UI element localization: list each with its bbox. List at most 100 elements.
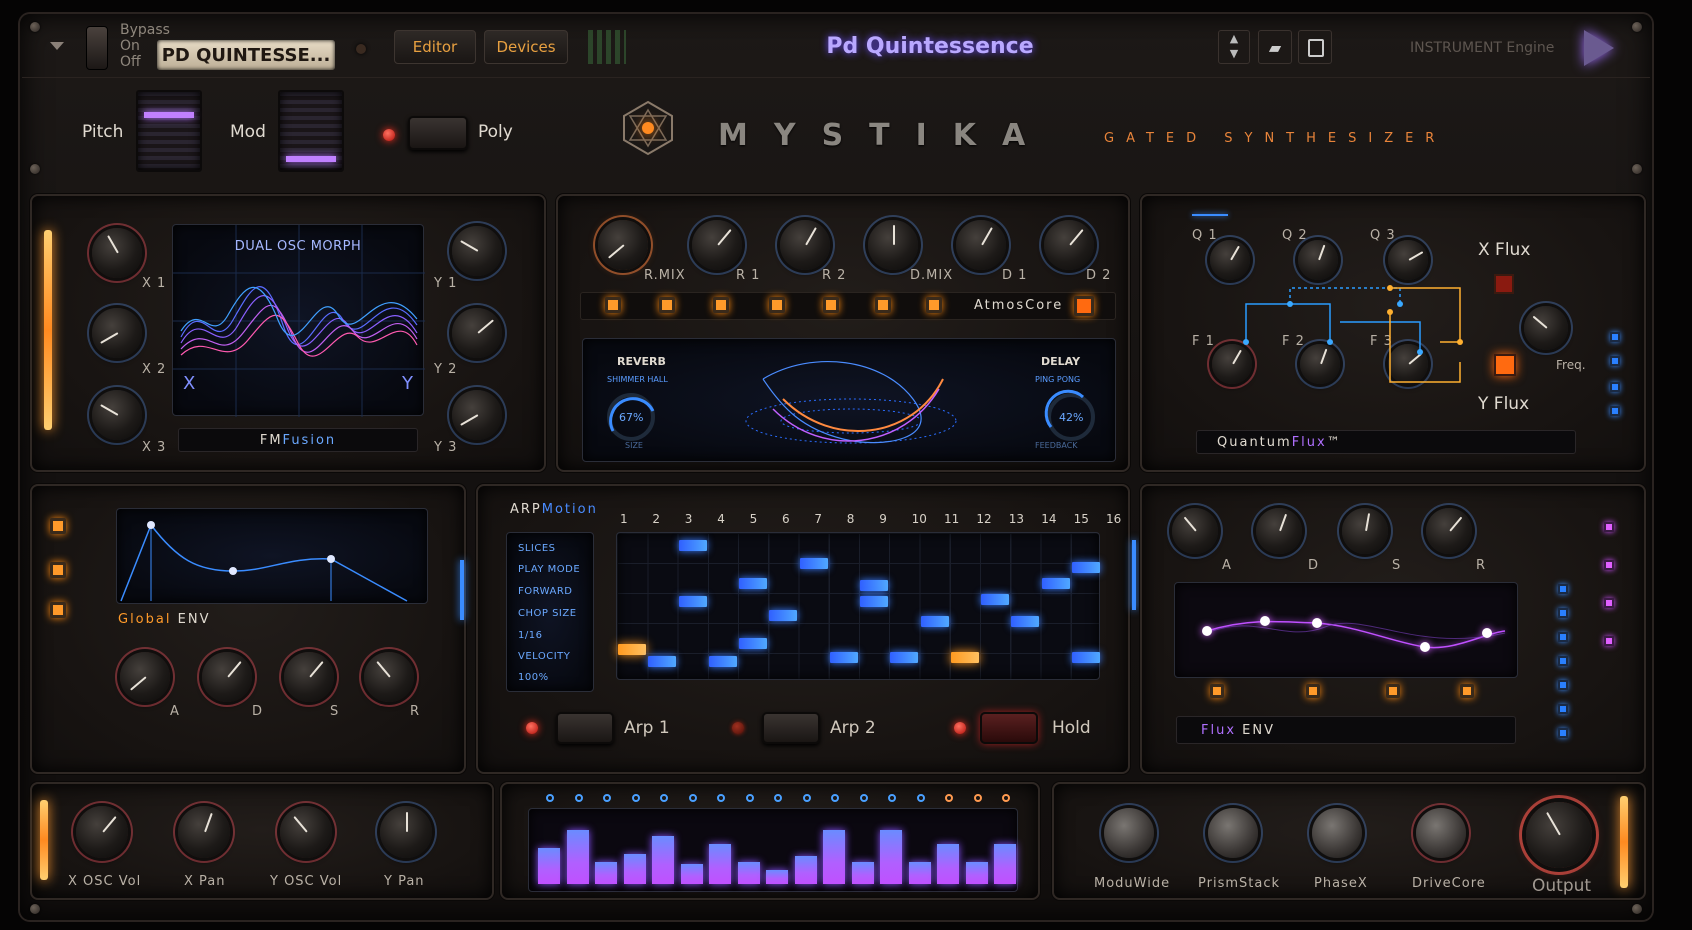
arp-menu-chop-value[interactable]: 1/16 <box>518 630 542 641</box>
play-icon[interactable] <box>1584 30 1614 66</box>
flux-env-d-knob[interactable] <box>1256 508 1302 554</box>
phasex-knob[interactable] <box>1312 808 1362 858</box>
arp-menu-forward[interactable]: FORWARD <box>518 586 573 597</box>
arp-note[interactable] <box>1041 578 1070 589</box>
arp-side-light <box>1132 540 1136 610</box>
preset-status-led <box>356 44 366 54</box>
atmos-led-2[interactable] <box>659 297 675 313</box>
x2-knob[interactable] <box>92 308 142 358</box>
r1-knob[interactable] <box>692 220 742 270</box>
flux-env-led-3[interactable] <box>1386 684 1400 698</box>
y-flux-pad[interactable] <box>1494 354 1516 376</box>
y-pan-knob[interactable] <box>380 806 432 858</box>
atmos-led-6[interactable] <box>875 297 891 313</box>
y-osc-vol-knob[interactable] <box>280 806 332 858</box>
arp-note[interactable] <box>1071 652 1100 663</box>
flux-env-a-knob[interactable] <box>1172 508 1218 554</box>
output-knob[interactable] <box>1526 802 1592 868</box>
poly-switch[interactable] <box>408 116 468 150</box>
arp-menu-play-mode[interactable]: PLAY MODE <box>518 564 580 575</box>
arp-note[interactable] <box>1011 616 1040 627</box>
atmos-led-7[interactable] <box>926 297 942 313</box>
bypass-switch[interactable] <box>86 26 108 70</box>
y1-knob[interactable] <box>452 226 502 276</box>
flux-env-led-4[interactable] <box>1460 684 1474 698</box>
d1-knob[interactable] <box>956 220 1006 270</box>
global-env-led-2[interactable] <box>50 562 66 578</box>
y3-knob[interactable] <box>452 390 502 440</box>
screw <box>1632 904 1642 914</box>
arp-menu-velocity-value[interactable]: 100% <box>518 672 549 683</box>
arp2-switch[interactable] <box>762 712 820 744</box>
flux-env-led-2[interactable] <box>1306 684 1320 698</box>
meter-indicator-icon <box>831 794 839 802</box>
arp-note[interactable] <box>860 580 888 591</box>
arp-note[interactable] <box>799 558 828 569</box>
arp-note[interactable] <box>950 652 979 663</box>
x3-label: X 3 <box>142 440 167 455</box>
arp-menu-chop-size[interactable]: CHOP SIZE <box>518 608 577 619</box>
r2-knob[interactable] <box>780 220 830 270</box>
y2-knob[interactable] <box>452 308 502 358</box>
arp-note[interactable] <box>678 596 707 607</box>
arp-note[interactable] <box>678 540 707 551</box>
freq-knob[interactable] <box>1524 306 1568 350</box>
moduwide-knob[interactable] <box>1104 808 1154 858</box>
atmos-led-5[interactable] <box>823 297 839 313</box>
x3-knob[interactable] <box>92 390 142 440</box>
arp-note[interactable] <box>920 616 949 627</box>
r-mix-knob[interactable] <box>598 220 648 270</box>
atmos-led-1[interactable] <box>605 297 621 313</box>
arp-step-number: 9 <box>879 512 887 526</box>
arp-note[interactable] <box>648 656 677 667</box>
flux-env-r-knob[interactable] <box>1426 508 1472 554</box>
arp-note[interactable] <box>890 652 919 663</box>
global-env-d-knob[interactable] <box>202 652 252 702</box>
collapse-arrow-icon[interactable] <box>50 42 64 50</box>
arp-note[interactable] <box>1071 562 1100 573</box>
prismstack-knob[interactable] <box>1208 808 1258 858</box>
tab-devices[interactable]: Devices <box>484 30 568 64</box>
arp-note[interactable] <box>769 610 798 621</box>
pitch-wheel[interactable] <box>136 90 202 172</box>
preset-name-display[interactable]: PD QUINTESSE... <box>157 40 335 70</box>
drivecore-knob[interactable] <box>1416 808 1466 858</box>
arp-step-number: 2 <box>652 512 661 526</box>
global-env-label: Global ENV <box>118 612 210 627</box>
hold-switch[interactable] <box>980 712 1038 744</box>
flux-env-led-1[interactable] <box>1210 684 1224 698</box>
arp-note[interactable] <box>860 596 888 607</box>
arp-note[interactable] <box>981 594 1009 605</box>
tab-editor[interactable]: Editor <box>394 30 476 64</box>
arp-menu-slices[interactable]: SLICES <box>518 543 556 554</box>
arp-note[interactable] <box>739 638 767 649</box>
arp-note[interactable] <box>739 578 767 589</box>
preset-up-down-button[interactable]: ▲ ▼ <box>1218 30 1250 64</box>
arp1-switch[interactable] <box>556 712 614 744</box>
save-icon[interactable] <box>1298 30 1332 64</box>
global-env-s-knob[interactable] <box>284 652 334 702</box>
global-env-r-knob[interactable] <box>364 652 414 702</box>
atmoscore-led[interactable] <box>1074 296 1094 316</box>
flux-env-s-knob[interactable] <box>1342 508 1388 554</box>
atmos-led-3[interactable] <box>713 297 729 313</box>
meter-bar <box>566 830 589 884</box>
meter-indicator-icon <box>859 794 868 802</box>
mod-wheel[interactable] <box>278 90 344 172</box>
d2-knob[interactable] <box>1044 220 1094 270</box>
x-flux-pad[interactable] <box>1494 274 1514 294</box>
arp-note[interactable] <box>708 656 737 667</box>
global-env-a-knob[interactable] <box>120 652 170 702</box>
folder-icon[interactable]: ▰ <box>1258 30 1292 64</box>
x-pan-knob[interactable] <box>178 806 230 858</box>
d-mix-knob[interactable] <box>868 220 918 270</box>
global-env-led-1[interactable] <box>50 518 66 534</box>
arp-note[interactable] <box>618 644 646 655</box>
global-env-led-3[interactable] <box>50 602 66 618</box>
arp-note[interactable] <box>829 652 858 663</box>
arp-menu-velocity[interactable]: VELOCITY <box>518 651 570 662</box>
atmos-led-4[interactable] <box>769 297 785 313</box>
x1-knob[interactable] <box>92 228 142 278</box>
x-osc-vol-knob[interactable] <box>76 806 128 858</box>
meter-indicator-icon <box>916 794 925 802</box>
